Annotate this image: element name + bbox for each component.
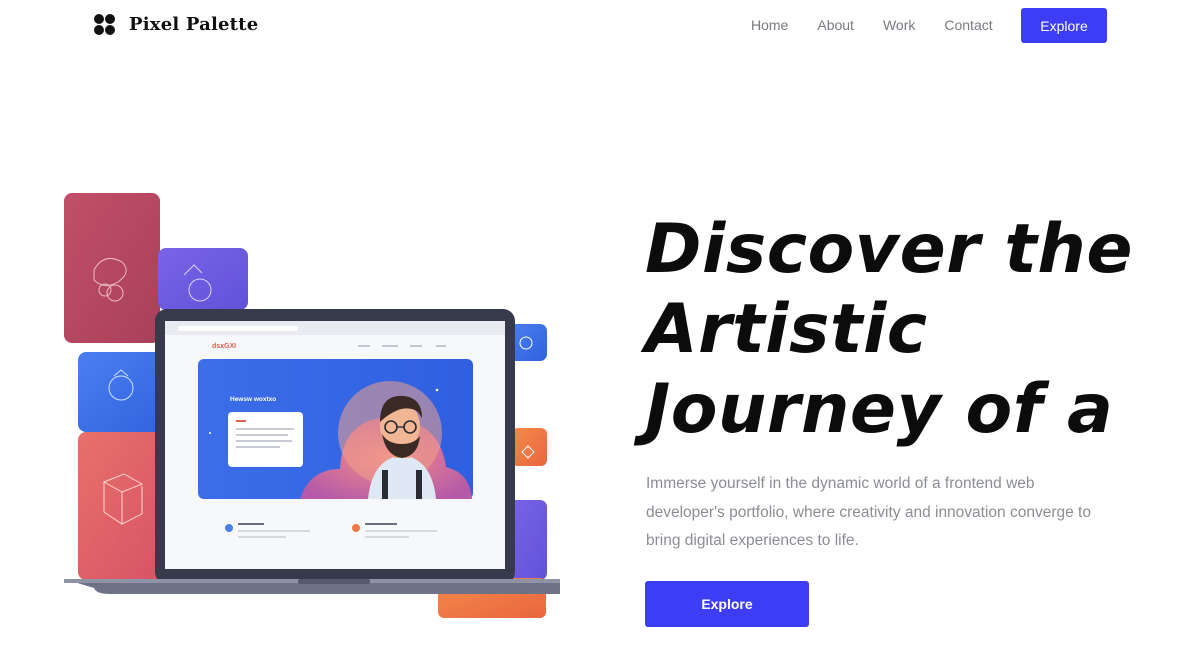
hero-title: Discover the Artistic Journey of a [645, 210, 1145, 450]
laptop-illustration: dsxGXI Hewsw woxtxo [64, 193, 560, 618]
nav-link-home[interactable]: Home [751, 17, 788, 33]
nav-explore-button[interactable]: Explore [1021, 8, 1107, 43]
four-dots-logo-icon [94, 14, 115, 35]
hero-title-line-1: Discover the [645, 210, 1133, 289]
nav-link-about[interactable]: About [817, 17, 854, 33]
hero-title-line-3: Journey of a [645, 370, 1114, 449]
top-nav: Pixel Palette Home About Work Contact Ex… [0, 0, 1198, 50]
nav-link-work[interactable]: Work [883, 17, 915, 33]
hero-illustration: dsxGXI Hewsw woxtxo [60, 190, 560, 630]
svg-text:Hewsw woxtxo: Hewsw woxtxo [230, 396, 276, 403]
brand-name: Pixel Palette [129, 14, 259, 35]
hero-title-line-2: Artistic [645, 290, 928, 369]
nav-link-contact[interactable]: Contact [944, 17, 992, 33]
brand-logo[interactable]: Pixel Palette [94, 14, 258, 35]
nav-links: Home About Work Contact [751, 17, 1022, 33]
svg-text:dsxGXI: dsxGXI [212, 343, 236, 350]
hero-explore-button[interactable]: Explore [645, 581, 809, 627]
hero-subtitle: Immerse yourself in the dynamic world of… [646, 475, 1091, 549]
